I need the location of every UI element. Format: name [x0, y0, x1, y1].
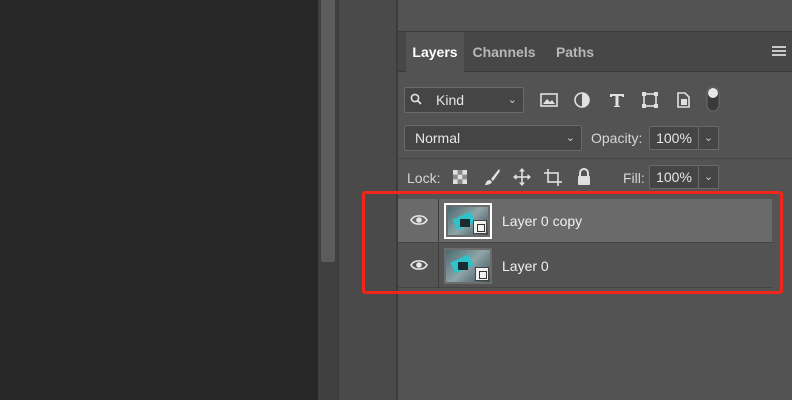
filter-toggle-icon[interactable] — [706, 86, 720, 112]
shape-filter-icon[interactable] — [640, 90, 660, 110]
image-filter-icon[interactable] — [539, 90, 559, 110]
canvas-area — [0, 0, 318, 400]
search-icon — [410, 93, 422, 105]
lock-label: Lock: — [407, 170, 441, 186]
vertical-scrollbar-thumb[interactable] — [321, 0, 335, 262]
lock-all-icon[interactable] — [574, 167, 594, 187]
opacity-dropdown-button[interactable]: ⌄ — [699, 126, 719, 150]
chevron-down-icon: ⌄ — [507, 94, 517, 106]
chevron-down-icon: ⌄ — [703, 132, 714, 144]
fill-input[interactable]: 100% — [649, 165, 699, 189]
tab-channels[interactable]: Channels — [468, 32, 540, 72]
blend-mode-value: Normal — [415, 130, 461, 146]
opacity-label: Opacity: — [591, 130, 643, 146]
adjustment-filter-icon[interactable] — [572, 90, 592, 110]
lock-artboard-icon[interactable] — [543, 167, 563, 187]
blend-mode-dropdown[interactable]: Normal ⌄ — [404, 125, 582, 151]
chevron-down-icon: ⌄ — [565, 132, 575, 144]
panel-tabbar: Layers Channels Paths — [398, 32, 792, 73]
panel-menu-icon[interactable] — [772, 46, 786, 58]
type-filter-icon[interactable] — [607, 90, 627, 110]
lock-brush-icon[interactable] — [482, 167, 502, 187]
fill-label: Fill: — [623, 170, 645, 186]
divider — [398, 158, 792, 159]
lock-transparent-icon[interactable] — [450, 167, 470, 187]
tab-paths[interactable]: Paths — [550, 32, 600, 72]
chevron-down-icon: ⌄ — [703, 171, 714, 183]
smart-object-filter-icon[interactable] — [673, 90, 693, 110]
tab-layers[interactable]: Layers — [406, 32, 464, 73]
lock-position-icon[interactable] — [512, 167, 532, 187]
filter-kind-label: Kind — [436, 92, 465, 108]
highlight-annotation-box — [362, 191, 783, 294]
opacity-input[interactable]: 100% — [649, 126, 699, 150]
upper-panel — [398, 0, 792, 32]
filter-kind-dropdown[interactable]: Kind ⌄ — [404, 87, 524, 113]
fill-dropdown-button[interactable]: ⌄ — [699, 165, 719, 189]
